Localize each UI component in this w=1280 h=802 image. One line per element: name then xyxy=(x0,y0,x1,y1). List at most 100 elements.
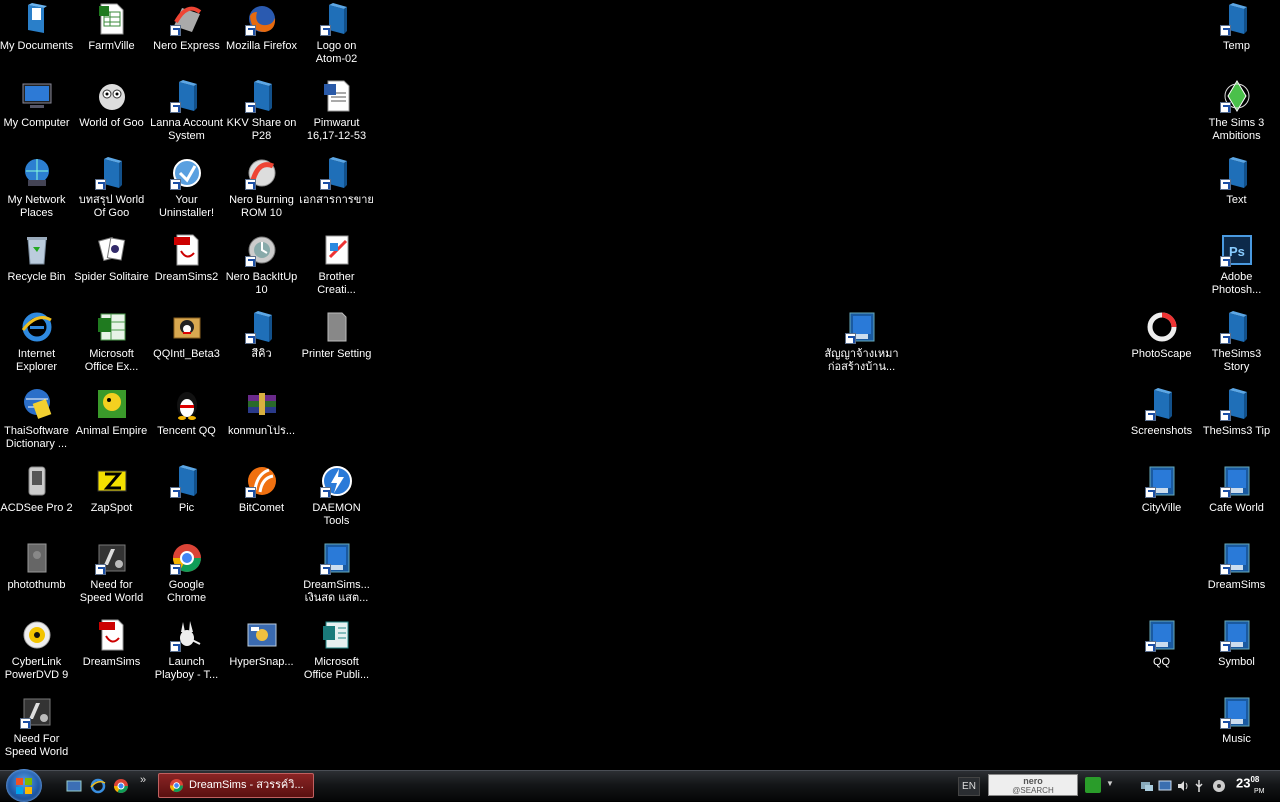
desktop-icon-bitcomet[interactable]: BitComet xyxy=(224,462,299,538)
desktop-icon-exe[interactable]: Symbol xyxy=(1199,616,1274,692)
desktop-icon-penguin[interactable]: Tencent QQ xyxy=(149,385,224,461)
desktop-icon-folder-shortcut[interactable]: Pic xyxy=(149,462,224,538)
desktop-icon-nero-express[interactable]: Nero Express xyxy=(149,0,224,76)
nero-tray-icon[interactable] xyxy=(1212,779,1226,793)
desktop-icon-pdf[interactable]: DreamSims2 xyxy=(149,231,224,307)
desktop-icon-pdf[interactable]: DreamSims xyxy=(74,616,149,692)
desktop-icon-folder-shortcut[interactable]: Text xyxy=(1199,154,1274,230)
desktop-icon-folder-shortcut[interactable]: Temp xyxy=(1199,0,1274,76)
nero-search-sublabel: @SEARCH xyxy=(1012,786,1054,795)
desktop[interactable]: My Documents My Computer My Network Places… xyxy=(0,0,1280,770)
desktop-icon-nfs[interactable]: Need for Speed World xyxy=(74,539,149,615)
chrome-icon[interactable] xyxy=(113,778,129,794)
desktop-icon-exe[interactable]: สัญญาจ้างเหมา ก่อสร้างบ้าน... xyxy=(824,308,899,384)
nero-search-dropdown-icon[interactable]: ▼ xyxy=(1106,779,1114,788)
desktop-icon-folder-shortcut[interactable]: สีคิ้ว xyxy=(224,308,299,384)
desktop-icon-excel-file[interactable]: FarmVille xyxy=(74,0,149,76)
quick-launch-more-button[interactable]: » xyxy=(140,774,146,786)
windows-logo-icon xyxy=(16,778,32,794)
desktop-icon-nero-burning[interactable]: Nero Burning ROM 10 xyxy=(224,154,299,230)
taskbar-window-button-dreamsims[interactable]: DreamSims - สวรรค์วิ... xyxy=(158,773,314,798)
folder-shortcut-icon xyxy=(94,156,129,190)
desktop-icon-exe[interactable]: QQ xyxy=(1124,616,1199,692)
world-of-goo-icon xyxy=(95,79,129,113)
desktop-icon-photoscape[interactable]: PhotoScape xyxy=(1124,308,1199,384)
shortcut-arrow-icon xyxy=(169,25,181,36)
desktop-icon-recycle-bin[interactable]: Recycle Bin xyxy=(0,231,74,307)
desktop-icon-folder-shortcut[interactable]: Screenshots xyxy=(1124,385,1199,461)
desktop-icon-exe[interactable]: Cafe World xyxy=(1199,462,1274,538)
shortcut-arrow-icon xyxy=(94,179,106,190)
desktop-icon-label: Temp xyxy=(1223,40,1250,52)
desktop-icon-folder-shortcut[interactable]: TheSims3 Tip xyxy=(1199,385,1274,461)
start-button[interactable] xyxy=(6,769,42,802)
volume-icon[interactable] xyxy=(1176,779,1190,793)
folder-shortcut-icon xyxy=(169,79,204,113)
desktop-icon-folder-shortcut[interactable]: Logo on Atom-02 xyxy=(299,0,374,76)
desktop-icon-folder-shortcut[interactable]: TheSims3 Story xyxy=(1199,308,1274,384)
desktop-icon-folder-docs[interactable]: My Documents xyxy=(0,0,74,76)
desktop-icon-printer-setting[interactable]: Printer Setting xyxy=(299,308,374,384)
desktop-icon-uninstaller[interactable]: Your Uninstaller! xyxy=(149,154,224,230)
desktop-icon-folder-shortcut[interactable]: เอกสารการขาย xyxy=(299,154,374,230)
desktop-icon-label: Nero Express xyxy=(153,40,220,52)
desktop-icon-photoshop[interactable]: Ps Adobe Photosh... xyxy=(1199,231,1274,307)
desktop-icon-exe[interactable]: CityVille xyxy=(1124,462,1199,538)
desktop-icon-animal-empire[interactable]: Animal Empire xyxy=(74,385,149,461)
desktop-icon-hypersnap[interactable]: HyperSnap... xyxy=(224,616,299,692)
desktop-icon-zapspot[interactable]: ZapSpot xyxy=(74,462,149,538)
desktop-icon-folder-shortcut[interactable]: KKV Share on P28 xyxy=(224,77,299,153)
nero-search-go-icon[interactable] xyxy=(1085,777,1101,793)
shortcut-arrow-icon xyxy=(1219,179,1231,190)
desktop-icon-label: BitComet xyxy=(238,502,285,514)
desktop-icon-chrome[interactable]: Google Chrome xyxy=(149,539,224,615)
desktop-icon-winrar[interactable]: konmunโปร... xyxy=(224,385,299,461)
ie-icon[interactable] xyxy=(90,778,106,794)
desktop-icon-exe[interactable]: DreamSims xyxy=(1199,539,1274,615)
shortcut-arrow-icon xyxy=(1144,641,1156,652)
desktop-icon-folder-shortcut[interactable]: Lanna Account System xyxy=(149,77,224,153)
usb-device-icon[interactable] xyxy=(1192,779,1206,793)
desktop-icon-exe[interactable]: DreamSims... เงินสด แสต... xyxy=(299,539,374,615)
shortcut-arrow-icon xyxy=(244,25,256,36)
desktop-icon-powerdvd[interactable]: CyberLink PowerDVD 9 xyxy=(0,616,74,692)
desktop-icon-label: Nero Burning ROM 10 xyxy=(229,194,294,219)
language-indicator[interactable]: EN xyxy=(958,777,980,796)
desktop-icon-label: สัญญาจ้างเหมา ก่อสร้างบ้าน... xyxy=(824,348,899,373)
desktop-icon-acdsee[interactable]: ACDSee Pro 2 xyxy=(0,462,74,538)
desktop-icon-world-of-goo[interactable]: World of Goo xyxy=(74,77,149,153)
desktop-icon-spider-solitaire[interactable]: Spider Solitaire xyxy=(74,231,149,307)
desktop-icon-playboy[interactable]: Launch Playboy - T... xyxy=(149,616,224,692)
desktop-icon-network[interactable]: My Network Places xyxy=(0,154,74,230)
display-tray-icon[interactable] xyxy=(1158,779,1172,793)
desktop-icon-label: Lanna Account System xyxy=(150,117,223,142)
nero-search-box[interactable]: nero @SEARCH xyxy=(988,774,1078,796)
desktop-icon-label: ThaiSoftware Dictionary ... xyxy=(4,425,69,450)
network-tray-icon[interactable] xyxy=(1140,779,1154,793)
desktop-icon-computer[interactable]: My Computer xyxy=(0,77,74,153)
desktop-icon-dictionary[interactable]: ThaiSoftware Dictionary ... xyxy=(0,385,74,461)
desktop-icon-firefox[interactable]: Mozilla Firefox xyxy=(224,0,299,76)
desktop-icon-word[interactable]: Pimwarut 16,17-12-53 xyxy=(299,77,374,153)
nero-search-logo: nero xyxy=(1023,776,1043,786)
desktop-icon-label: Music xyxy=(1222,733,1251,745)
desktop-icon-label: Need for Speed World xyxy=(79,579,144,604)
show-desktop-icon[interactable] xyxy=(66,778,82,794)
nfs-icon xyxy=(94,541,129,575)
desktop-icon-nfs[interactable]: Need For Speed World xyxy=(0,693,74,769)
desktop-icon-nero-backitup[interactable]: Nero BackItUp 10 xyxy=(224,231,299,307)
shortcut-arrow-icon xyxy=(319,25,331,36)
desktop-icon-photothumb[interactable]: photothumb xyxy=(0,539,74,615)
desktop-icon-label: PhotoScape xyxy=(1131,348,1192,360)
desktop-icon-excel[interactable]: Microsoft Office Ex... xyxy=(74,308,149,384)
excel-file-icon xyxy=(95,2,129,36)
desktop-icon-qq-package[interactable]: QQIntl_Beta3 xyxy=(149,308,224,384)
desktop-icon-daemon[interactable]: DAEMON Tools Lite xyxy=(299,462,374,538)
desktop-icon-ie[interactable]: Internet Explorer xyxy=(0,308,74,384)
desktop-icon-publisher[interactable]: Microsoft Office Publi... xyxy=(299,616,374,692)
desktop-icon-exe[interactable]: Music xyxy=(1199,693,1274,769)
desktop-icon-label: บทสรุป World Of Goo xyxy=(78,194,145,219)
desktop-icon-folder-shortcut[interactable]: บทสรุป World Of Goo xyxy=(74,154,149,230)
desktop-icon-sims3[interactable]: The Sims 3 Ambitions xyxy=(1199,77,1274,153)
desktop-icon-brother[interactable]: Brother Creati... xyxy=(299,231,374,307)
